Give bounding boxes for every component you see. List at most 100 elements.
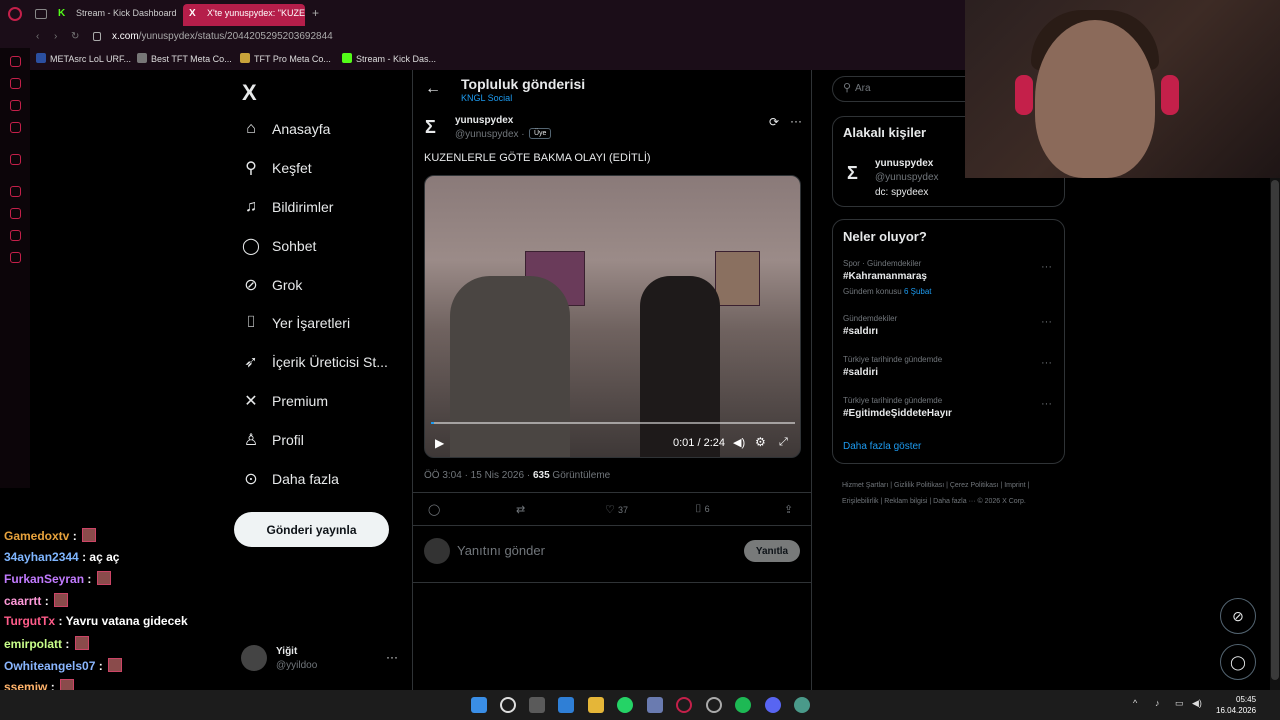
post-more-icon[interactable]: ···	[790, 114, 802, 128]
author-handle[interactable]: @yunuspydex ·	[455, 129, 525, 140]
discord-icon[interactable]	[765, 697, 781, 713]
volume-icon[interactable]: ◀)	[733, 436, 745, 449]
opera-gx-icon[interactable]	[676, 697, 692, 713]
nav-item[interactable]: ⌷ Yer İşaretleri	[240, 306, 350, 340]
app-icon[interactable]	[647, 697, 663, 713]
messenger-icon[interactable]	[10, 122, 21, 133]
search-icon[interactable]	[500, 697, 516, 713]
chat-username[interactable]: Owhiteangels07	[4, 659, 95, 673]
bookmark-tft-pro[interactable]: TFT Pro Meta Co...	[240, 53, 331, 64]
chat-username[interactable]: Gamedoxtv	[4, 529, 69, 543]
spotify-icon[interactable]	[735, 697, 751, 713]
player-icon[interactable]	[10, 186, 21, 197]
chat-username[interactable]: FurkanSeyran	[4, 572, 84, 586]
nav-item[interactable]: ⊙ Daha fazla	[240, 462, 339, 496]
nav-item[interactable]: ➶ İçerik Üreticisi St...	[240, 345, 388, 379]
trend-meta: Türkiye tarihinde gündemde	[843, 396, 943, 405]
back-nav-icon[interactable]: ‹	[36, 31, 39, 42]
x-sidebar-icon[interactable]	[10, 154, 21, 165]
bookmark-kick[interactable]: Stream - Kick Das...	[342, 53, 436, 64]
forward-nav-icon[interactable]: ›	[54, 31, 57, 42]
mail-icon[interactable]	[558, 697, 574, 713]
bookmark-best-tft[interactable]: Best TFT Meta Co...	[137, 53, 232, 64]
gear-icon[interactable]: ⚙	[755, 435, 766, 449]
chat-message: Gamedoxtv :	[4, 528, 97, 543]
like-button[interactable]: ♡ 37	[605, 503, 628, 516]
clock[interactable]: 05:45 16.04.2026	[1216, 694, 1256, 716]
chat-username[interactable]: TurgutTx	[4, 614, 55, 628]
tab-workspace-icon[interactable]	[35, 9, 47, 19]
nav-item[interactable]: ♙ Profil	[240, 423, 304, 457]
nav-item[interactable]: ⌂ Anasayfa	[240, 112, 330, 146]
discord-icon[interactable]	[10, 100, 21, 111]
back-arrow-icon[interactable]: ←	[425, 80, 441, 98]
chat-username[interactable]: 34ayhan2344	[4, 550, 79, 564]
network-icon[interactable]: ▭	[1175, 698, 1184, 709]
tab-x-post[interactable]: X X'te yunuspydex: "KUZEN	[183, 4, 305, 26]
show-more-link[interactable]: Daha fazla göster	[843, 441, 921, 452]
profile-name[interactable]: Yiğit	[276, 646, 297, 657]
trend-name[interactable]: #saldiri	[843, 367, 878, 378]
author-avatar-icon[interactable]: Σ	[425, 116, 447, 138]
tray-chevron-icon[interactable]: ^	[1133, 698, 1137, 708]
folder-icon[interactable]	[588, 697, 604, 713]
trend-name[interactable]: #saldırı	[843, 326, 878, 337]
related-name[interactable]: yunuspydex	[875, 158, 933, 169]
opera-gx-logo-icon[interactable]	[8, 7, 22, 21]
trend-more-icon[interactable]: ···	[1041, 261, 1052, 273]
author-avatar-icon[interactable]: Σ	[847, 163, 858, 184]
share-icon[interactable]: ⇪	[784, 503, 793, 516]
nav-item[interactable]: ♫ Bildirimler	[240, 190, 333, 224]
nav-item-label: Premium	[272, 393, 329, 409]
whatsapp-icon[interactable]	[617, 697, 633, 713]
store-icon[interactable]	[529, 697, 545, 713]
refresh-sidebar-icon[interactable]	[10, 230, 21, 241]
avatar[interactable]	[241, 645, 267, 671]
grok-explain-icon[interactable]: ⟳	[769, 115, 779, 129]
reload-icon[interactable]: ↻	[71, 31, 79, 42]
video-progress-bar[interactable]	[431, 422, 795, 424]
trend-name[interactable]: #EgitimdeŞiddeteHayır	[843, 408, 952, 419]
post-button[interactable]: Gönderi yayınla	[234, 512, 389, 547]
grok-fab-icon[interactable]: ⊘	[1220, 598, 1256, 634]
trend-name[interactable]: #Kahramanmaraş	[843, 271, 927, 282]
nav-item[interactable]: ◯ Sohbet	[240, 229, 316, 263]
volume-icon[interactable]: ◀)	[1192, 698, 1202, 709]
reply-icon[interactable]: ◯	[428, 503, 440, 516]
tab-kick-dashboard[interactable]: K Stream - Kick Dashboard	[52, 4, 180, 26]
author-name[interactable]: yunuspydex	[455, 115, 513, 126]
x-logo-icon[interactable]: X	[242, 80, 257, 106]
nav-item[interactable]: ⚲ Keşfet	[240, 151, 312, 185]
windows-start-icon[interactable]	[471, 697, 487, 713]
nav-item[interactable]: ✕ Premium	[240, 384, 328, 418]
footer-links[interactable]: Hizmet Şartları | Gizlilik Politikası | …	[842, 478, 1052, 510]
bookmark-button[interactable]: ⌷ 6	[695, 503, 710, 516]
nav-item[interactable]: ⊘ Grok	[240, 268, 302, 302]
bookmark-metasrc[interactable]: METAsrc LoL URF...	[36, 53, 131, 64]
repost-icon[interactable]: ⇄	[516, 503, 525, 516]
account-more-icon[interactable]: ···	[386, 650, 398, 664]
chat-username[interactable]: emirpolatt	[4, 637, 62, 651]
app-icon[interactable]	[794, 697, 810, 713]
community-link[interactable]: KNGL Social	[461, 93, 512, 103]
settings-icon[interactable]	[10, 252, 21, 263]
play-icon[interactable]: ▶	[435, 436, 444, 450]
messages-fab-icon[interactable]: ◯	[1220, 644, 1256, 680]
steelseries-icon[interactable]	[706, 697, 722, 713]
mic-icon[interactable]: ♪	[1155, 698, 1160, 708]
scrollbar-thumb[interactable]	[1271, 180, 1279, 680]
history-icon[interactable]	[10, 208, 21, 219]
twitch-icon[interactable]	[10, 78, 21, 89]
new-tab-button[interactable]: +	[312, 6, 319, 20]
reply-button[interactable]: Yanıtla	[744, 540, 800, 562]
reply-input[interactable]: Yanıtını gönder	[457, 543, 545, 558]
chat-username[interactable]: caarrtt	[4, 594, 41, 608]
trend-more-icon[interactable]: ···	[1041, 316, 1052, 328]
url-field[interactable]: x.com/yunuspydex/status/2044205295203692…	[112, 31, 333, 42]
trend-sub-link[interactable]: 6 Şubat	[904, 287, 932, 296]
gx-control-icon[interactable]	[10, 56, 21, 67]
fullscreen-icon[interactable]: ⤢	[779, 436, 788, 449]
trend-more-icon[interactable]: ···	[1041, 398, 1052, 410]
video-player[interactable]: ▶ 0:01 / 2:24 ◀) ⚙ ⤢	[424, 175, 801, 458]
trend-more-icon[interactable]: ···	[1041, 357, 1052, 369]
